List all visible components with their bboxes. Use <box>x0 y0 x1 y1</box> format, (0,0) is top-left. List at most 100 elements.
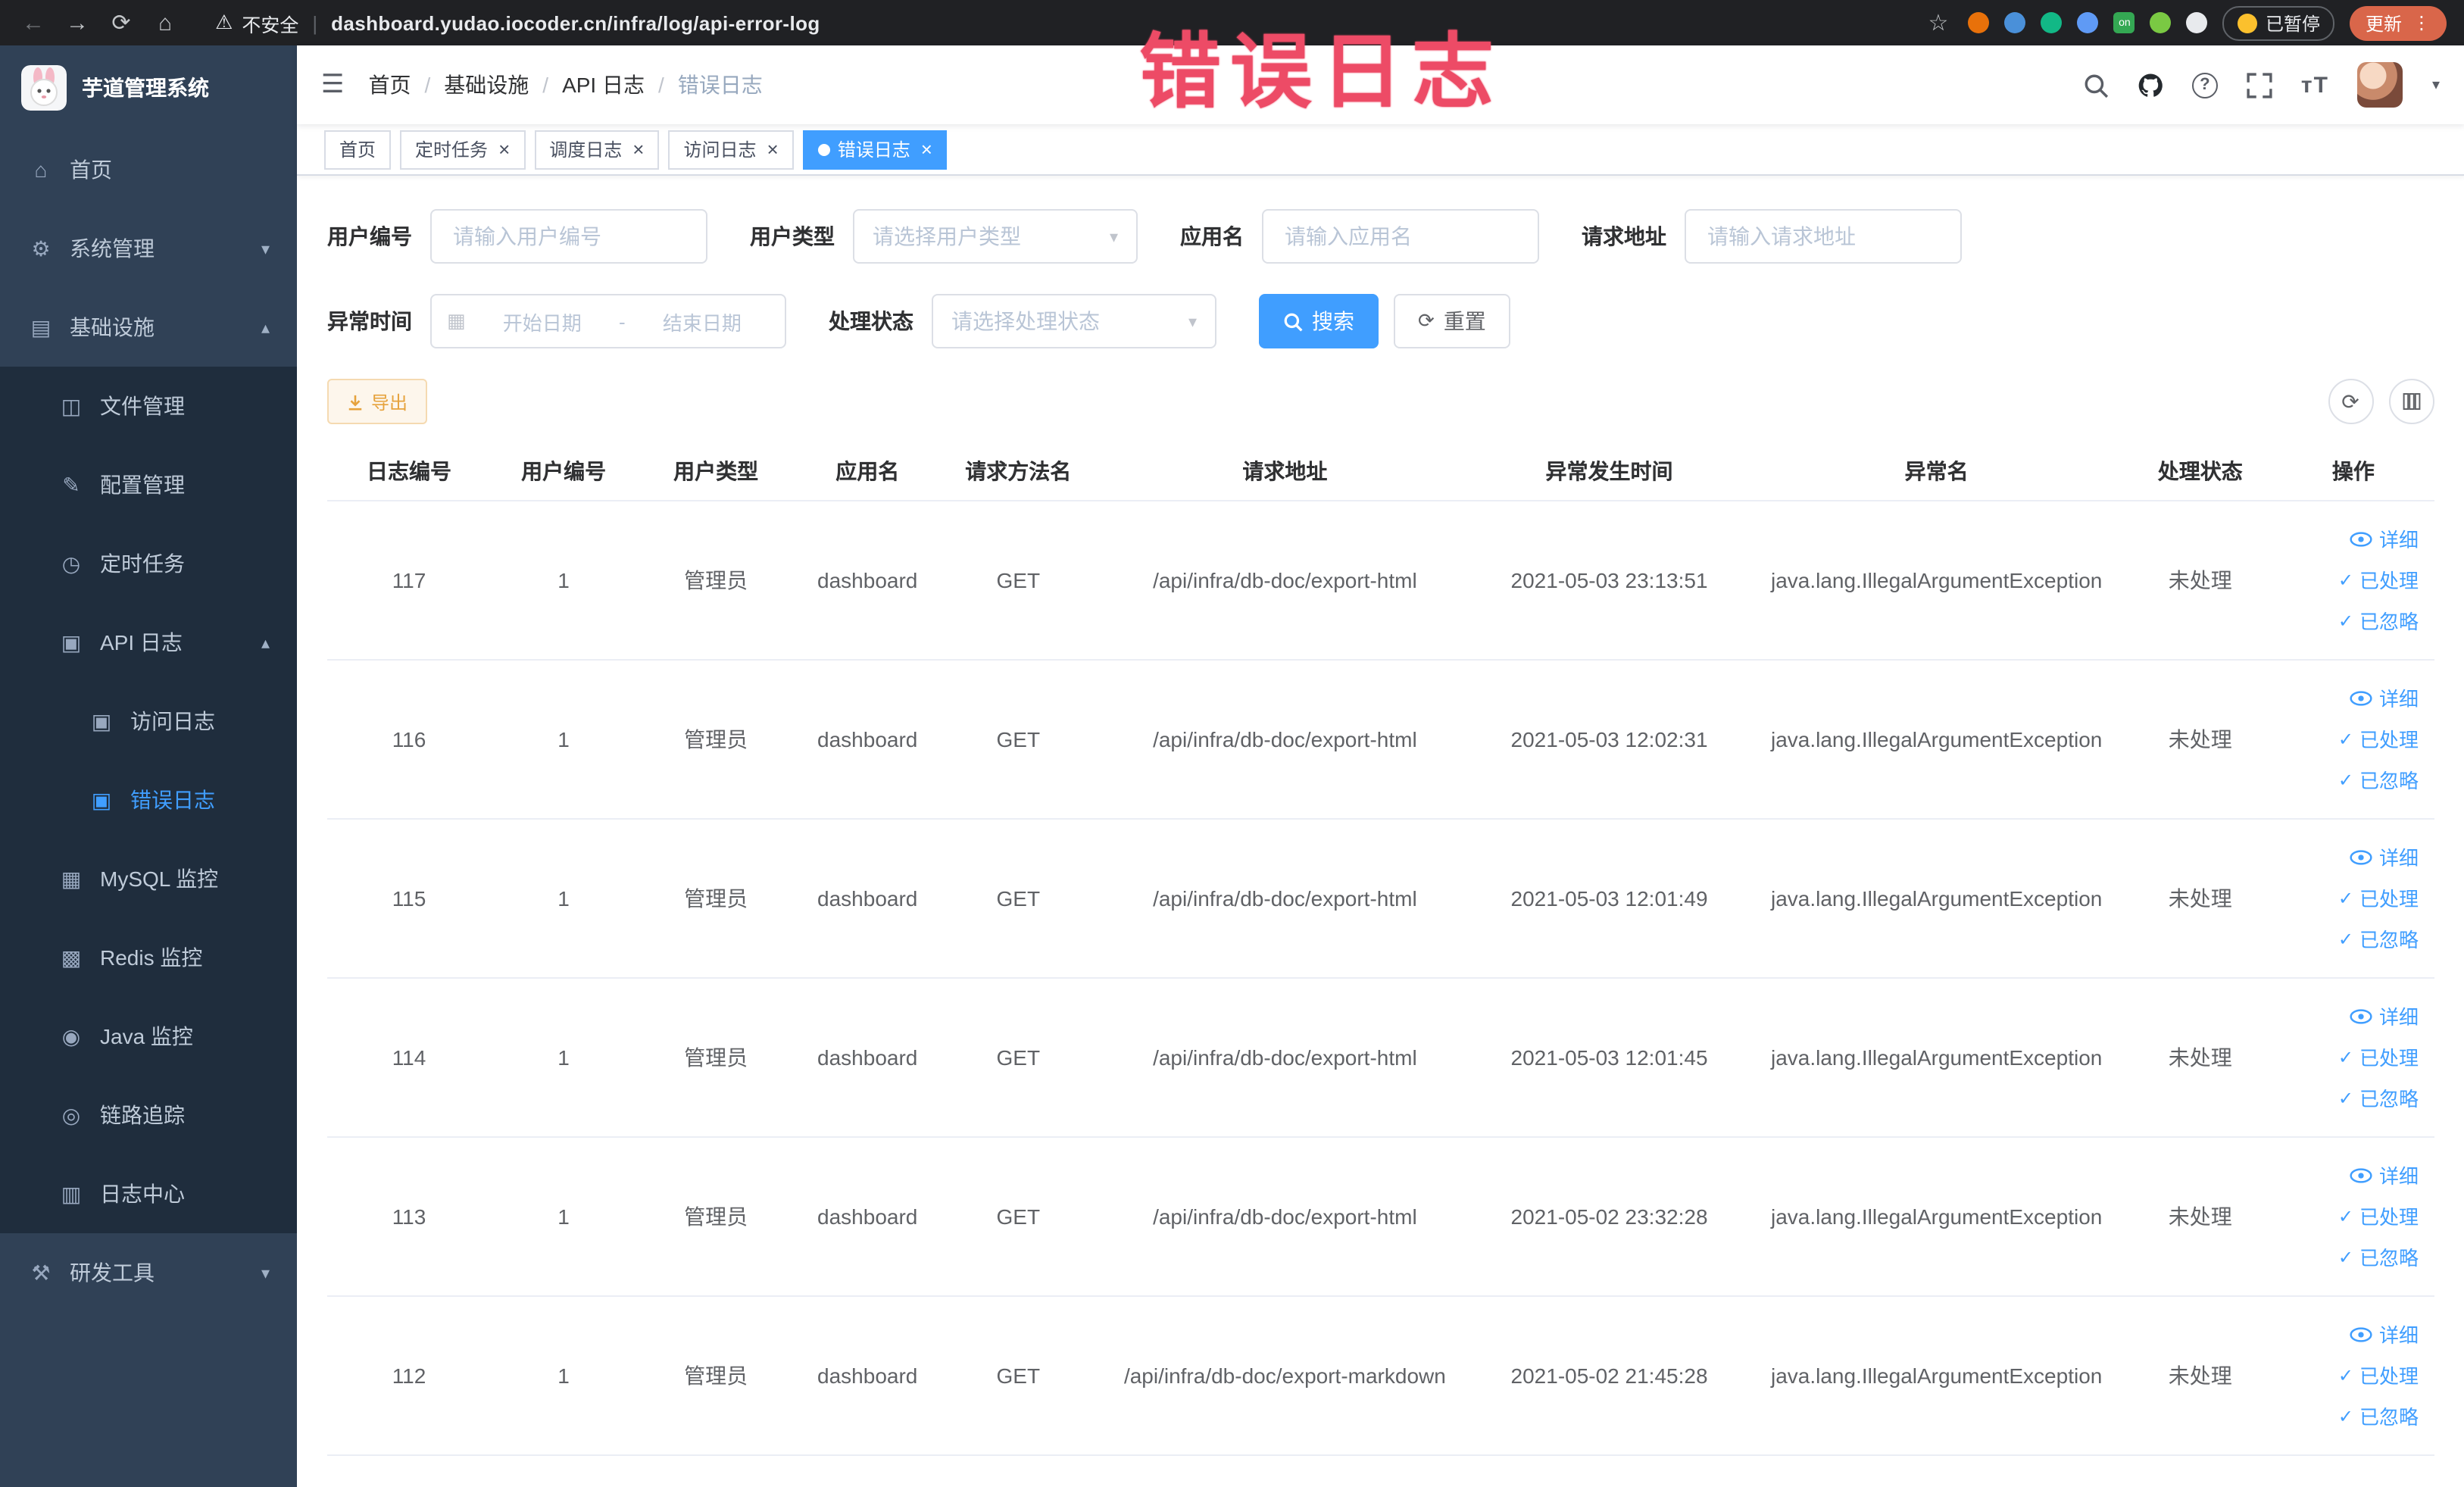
update-label: 更新 <box>2365 13 2402 34</box>
font-size-icon[interactable]: тT <box>2301 72 2329 98</box>
sidebar-item-label: 访问日志 <box>130 709 215 733</box>
tab-home[interactable]: 首页 <box>324 130 392 169</box>
processed-link[interactable]: ✓ 已处理 <box>2338 1042 2419 1071</box>
check-icon: ✓ <box>2338 928 2353 949</box>
detail-link[interactable]: 详细 <box>2350 524 2419 553</box>
detail-link[interactable]: 详细 <box>2350 1320 2419 1348</box>
gear-icon: ⚙ <box>31 236 51 260</box>
ignored-label: 已忽略 <box>2359 1088 2419 1111</box>
bookmark-star-icon[interactable]: ☆ <box>1923 9 1953 36</box>
breadcrumb-home[interactable]: 首页 <box>369 70 411 100</box>
breadcrumb-infrastructure[interactable]: 基础设施 <box>444 70 529 100</box>
date-range-picker[interactable]: ▦ 开始日期 - 结束日期 <box>430 294 786 348</box>
reload-icon[interactable]: ⟳ <box>106 9 136 36</box>
cell-app-name: dashboard <box>795 500 940 660</box>
processed-link[interactable]: ✓ 已处理 <box>2338 565 2419 594</box>
close-icon[interactable]: × <box>767 138 779 161</box>
processed-link[interactable]: ✓ 已处理 <box>2338 1201 2419 1230</box>
logo[interactable]: 芋道管理系统 <box>0 45 297 130</box>
request-url-input[interactable] <box>1685 209 1962 264</box>
sidebar-item-api-log[interactable]: ▣ API 日志 ▴ <box>0 603 297 682</box>
sidebar-item-infrastructure[interactable]: ▤ 基础设施 ▴ <box>0 288 297 367</box>
detail-link[interactable]: 详细 <box>2350 842 2419 871</box>
ignored-link[interactable]: ✓ 已忽略 <box>2338 765 2419 794</box>
close-icon[interactable]: × <box>921 138 932 161</box>
column-settings-button[interactable] <box>2388 379 2434 424</box>
sidebar-item-label: MySQL 监控 <box>100 867 219 891</box>
address-url[interactable]: dashboard.yudao.iocoder.cn/infra/log/api… <box>331 11 820 34</box>
sidebar-item-file-mgmt[interactable]: ◫ 文件管理 <box>0 367 297 445</box>
refresh-button[interactable]: ⟳ <box>2328 379 2373 424</box>
paused-badge[interactable]: 已暂停 <box>2222 5 2335 40</box>
sidebar-item-scheduled-jobs[interactable]: ◷ 定时任务 <box>0 524 297 603</box>
cell-app-name: dashboard <box>795 977 940 1137</box>
update-button[interactable]: 更新 ⋮ <box>2350 5 2446 40</box>
processed-link[interactable]: ✓ 已处理 <box>2338 724 2419 753</box>
sidebar-item-home[interactable]: ⌂ 首页 <box>0 130 297 209</box>
process-status-select[interactable]: 请选择处理状态 ▾ <box>932 294 1216 348</box>
reset-button[interactable]: ⟳ 重置 <box>1394 294 1510 348</box>
avatar-caret-icon[interactable]: ▾ <box>2432 77 2440 93</box>
search-icon[interactable] <box>2083 72 2109 98</box>
trace-icon: ◎ <box>61 1102 81 1126</box>
hamburger-icon[interactable]: ☰ <box>321 70 345 100</box>
tab-scheduled-jobs[interactable]: 定时任务 × <box>400 130 526 169</box>
sidebar-item-access-log[interactable]: ▣ 访问日志 <box>0 682 297 761</box>
ignored-link[interactable]: ✓ 已忽略 <box>2338 1242 2419 1271</box>
extension-on-icon[interactable]: on <box>2113 12 2135 33</box>
breadcrumb-api-log[interactable]: API 日志 <box>562 70 645 100</box>
extension-icon[interactable] <box>2004 12 2026 33</box>
tab-access-log[interactable]: 访问日志 × <box>668 130 794 169</box>
user-avatar[interactable] <box>2357 62 2403 108</box>
user-type-select[interactable]: 请选择用户类型 ▾ <box>853 209 1138 264</box>
detail-link[interactable]: 详细 <box>2350 1161 2419 1189</box>
tab-error-log[interactable]: 错误日志 × <box>802 130 948 169</box>
filter-label: 异常时间 <box>327 309 412 333</box>
app-name-input[interactable] <box>1262 209 1539 264</box>
sidebar-item-system-mgmt[interactable]: ⚙ 系统管理 ▾ <box>0 209 297 288</box>
detail-link[interactable]: 详细 <box>2350 1001 2419 1030</box>
table-row: 112 1 管理员 dashboard GET /api/infra/db-do… <box>327 1295 2434 1455</box>
search-button[interactable]: 搜索 <box>1259 294 1379 348</box>
extension-icon[interactable] <box>2150 12 2172 33</box>
filter-label: 用户类型 <box>750 224 835 248</box>
extension-icon[interactable] <box>2077 12 2099 33</box>
browser-home-icon[interactable]: ⌂ <box>150 10 180 36</box>
github-icon[interactable] <box>2138 72 2163 98</box>
sidebar-item-label: 研发工具 <box>70 1261 155 1285</box>
ignored-link[interactable]: ✓ 已忽略 <box>2338 1401 2419 1430</box>
help-icon[interactable]: ? <box>2191 72 2218 98</box>
export-button[interactable]: 导出 <box>327 379 428 424</box>
sidebar-item-log-center[interactable]: ▥ 日志中心 <box>0 1154 297 1233</box>
sidebar-item-mysql-monitor[interactable]: ▦ MySQL 监控 <box>0 839 297 918</box>
sidebar-item-redis-monitor[interactable]: ▩ Redis 监控 <box>0 918 297 997</box>
ignored-link[interactable]: ✓ 已忽略 <box>2338 924 2419 953</box>
tab-schedule-log[interactable]: 调度日志 × <box>534 130 660 169</box>
ignored-link[interactable]: ✓ 已忽略 <box>2338 1083 2419 1112</box>
fullscreen-icon[interactable] <box>2247 72 2272 98</box>
ignored-link[interactable]: ✓ 已忽略 <box>2338 606 2419 635</box>
close-icon[interactable]: × <box>498 138 510 161</box>
sidebar-item-label: 首页 <box>70 158 112 182</box>
detail-link[interactable]: 详细 <box>2350 683 2419 712</box>
extension-icon[interactable] <box>2041 12 2063 33</box>
sidebar-menu: ⌂ 首页 ⚙ 系统管理 ▾ ▤ 基础设施 ▴ ◫ 文件管理 ✎ 配置管理 ◷ 定… <box>0 130 297 1312</box>
close-icon[interactable]: × <box>632 138 644 161</box>
infrastructure-icon: ▤ <box>30 314 52 339</box>
extension-icon[interactable] <box>1968 12 1990 33</box>
sidebar-item-java-monitor[interactable]: ◉ Java 监控 <box>0 997 297 1076</box>
sidebar-item-dev-tools[interactable]: ⚒ 研发工具 ▾ <box>0 1233 297 1312</box>
user-id-input[interactable] <box>430 209 707 264</box>
screen: ← → ⟳ ⌂ ⚠ 不安全 | dashboard.yudao.iocoder.… <box>0 0 2464 1487</box>
processed-link[interactable]: ✓ 已处理 <box>2338 1360 2419 1389</box>
sidebar-item-trace[interactable]: ◎ 链路追踪 <box>0 1076 297 1154</box>
back-icon[interactable]: ← <box>18 10 48 36</box>
extension-icon[interactable] <box>2186 12 2208 33</box>
forward-icon[interactable]: → <box>62 10 92 36</box>
cell-user-type: 管理员 <box>636 818 796 978</box>
processed-link[interactable]: ✓ 已处理 <box>2338 883 2419 912</box>
security-indicator[interactable]: ⚠ 不安全 <box>215 8 298 37</box>
sidebar-item-error-log[interactable]: ▣ 错误日志 <box>0 761 297 839</box>
sidebar-item-label: 系统管理 <box>70 236 155 261</box>
sidebar-item-config-mgmt[interactable]: ✎ 配置管理 <box>0 445 297 524</box>
